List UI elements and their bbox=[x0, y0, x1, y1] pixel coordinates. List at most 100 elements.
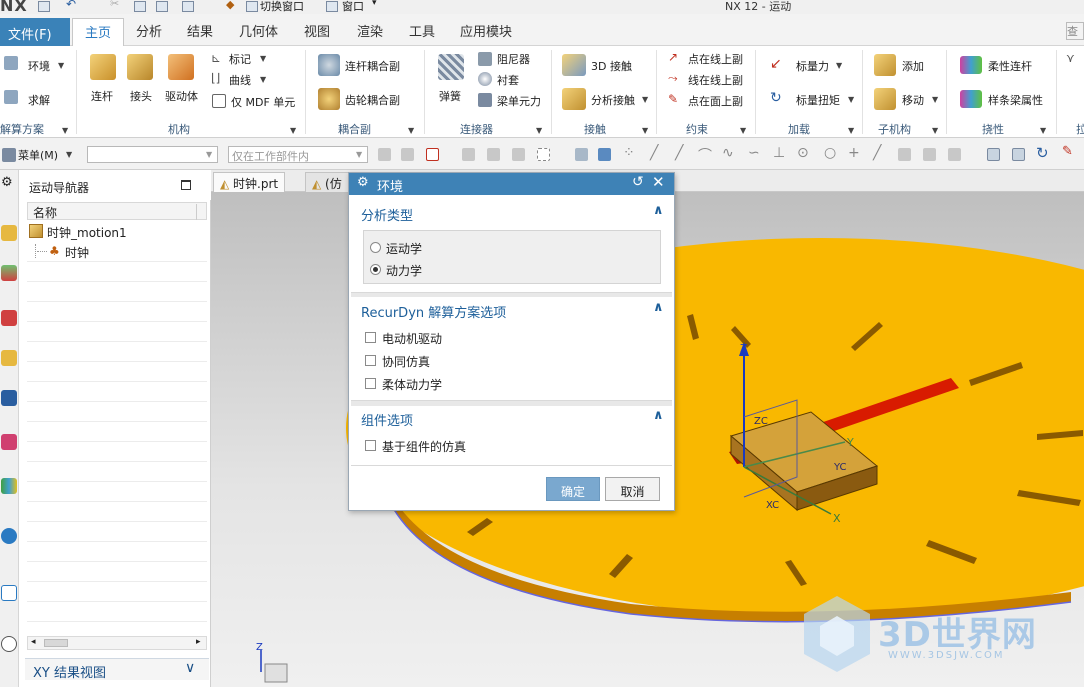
touch-mode-icon[interactable]: ◆ bbox=[226, 0, 234, 11]
hd3d-tools-icon[interactable] bbox=[1, 434, 17, 450]
analysis-contact-button[interactable]: 分析接触 bbox=[591, 92, 635, 108]
group-constraint-more-icon[interactable]: ▼ bbox=[740, 126, 746, 135]
settings-gear-icon[interactable]: ⚙ bbox=[1, 175, 13, 190]
navigator-column-header[interactable]: 名称 bbox=[27, 202, 207, 220]
window-dropdown-icon[interactable]: ▾ bbox=[372, 0, 377, 8]
fit-view-icon[interactable] bbox=[987, 148, 1000, 161]
solve-button[interactable]: 求解 bbox=[28, 92, 50, 108]
curve-on-curve-button[interactable]: 线在线上副 bbox=[688, 72, 743, 88]
snap-quadrant-icon[interactable]: ○ bbox=[824, 145, 836, 161]
link-button[interactable]: 连杆 bbox=[91, 88, 113, 104]
checkbox-motor-drive[interactable]: 电动机驱动 bbox=[363, 329, 563, 347]
tab-clock-prt[interactable]: ◭ 时钟.prt bbox=[213, 172, 286, 192]
radio-dynamics[interactable]: 动力学 bbox=[370, 261, 520, 279]
tab-applications[interactable]: 应用模块 bbox=[460, 21, 512, 40]
snap-line-icon[interactable]: ╱ bbox=[650, 145, 658, 161]
link-coupler-button[interactable]: 连杆耦合副 bbox=[345, 58, 400, 74]
switch-window-button[interactable]: 切换窗口 bbox=[260, 0, 304, 14]
history-icon[interactable] bbox=[1, 585, 17, 601]
constraint-navigator-icon[interactable] bbox=[1, 310, 17, 326]
motion-navigator-icon[interactable] bbox=[1, 350, 17, 366]
spring-button[interactable]: 弹簧 bbox=[439, 88, 461, 104]
group-solution-more-icon[interactable]: ▼ bbox=[62, 126, 68, 135]
tab-home[interactable]: 主页 bbox=[72, 18, 125, 47]
chevron-down-icon[interactable]: ∨ bbox=[185, 660, 195, 676]
mdf-only-button[interactable]: 仅 MDF 单元 bbox=[231, 94, 295, 110]
bushing-button[interactable]: 衬套 bbox=[497, 72, 519, 88]
scalar-torque-button[interactable]: 标量扭矩 bbox=[796, 92, 840, 108]
checkbox[interactable] bbox=[365, 440, 376, 451]
tree-item-motion-sim[interactable]: 时钟_motion1 bbox=[27, 222, 207, 242]
group-connector-more-icon[interactable]: ▼ bbox=[536, 126, 542, 135]
clock-icon[interactable] bbox=[1, 636, 17, 652]
analysis-contact-dropdown-icon[interactable]: ▼ bbox=[642, 95, 648, 104]
marker-button[interactable]: 标记 bbox=[229, 51, 251, 67]
curve-dropdown-icon[interactable]: ▼ bbox=[260, 75, 266, 84]
cut-icon[interactable]: ✂ bbox=[110, 0, 119, 10]
scalar-force-button[interactable]: 标量力 bbox=[796, 58, 829, 74]
snap-grid-icon[interactable] bbox=[948, 148, 961, 161]
select-box-icon[interactable] bbox=[426, 148, 439, 161]
snap-face-icon[interactable] bbox=[898, 148, 911, 161]
command-search-input[interactable]: 查 bbox=[1066, 22, 1084, 40]
group-contact-more-icon[interactable]: ▼ bbox=[642, 126, 648, 135]
snap-icon[interactable] bbox=[378, 148, 391, 161]
checkbox-co-simulation[interactable]: 协同仿真 bbox=[363, 352, 563, 370]
filter-a-icon[interactable] bbox=[462, 148, 475, 161]
tab-geometry[interactable]: 几何体 bbox=[239, 21, 278, 40]
rectangle-select-icon[interactable] bbox=[537, 148, 550, 161]
group-submechanism-more-icon[interactable]: ▼ bbox=[932, 126, 938, 135]
radio-kinematics[interactable]: 运动学 bbox=[370, 239, 520, 257]
scroll-right-icon[interactable]: ▸ bbox=[196, 637, 201, 647]
point-on-surface-button[interactable]: 点在面上副 bbox=[688, 93, 743, 109]
snap-arc-icon[interactable]: ⌒ bbox=[698, 145, 712, 165]
snap-curve-icon[interactable]: ∽ bbox=[748, 145, 760, 161]
web-browser-icon[interactable] bbox=[1, 528, 17, 544]
save-icon[interactable] bbox=[38, 1, 50, 12]
palette-icon[interactable] bbox=[1, 478, 17, 494]
filter-b-icon[interactable] bbox=[487, 148, 500, 161]
tab-simulation[interactable]: ◭ (仿 bbox=[305, 172, 351, 192]
point-on-curve-button[interactable]: 点在线上副 bbox=[688, 51, 743, 67]
snap-intersection-icon[interactable]: ⁘ bbox=[623, 145, 635, 161]
snap-point-icon[interactable]: + bbox=[848, 145, 860, 161]
pan-icon[interactable]: ✎ bbox=[1062, 144, 1073, 159]
joint-button[interactable]: 接头 bbox=[130, 88, 152, 104]
copy-icon[interactable] bbox=[134, 1, 146, 12]
snap-bounded-icon[interactable] bbox=[923, 148, 936, 161]
part-navigator-icon[interactable] bbox=[1, 225, 17, 241]
tab-tools[interactable]: 工具 bbox=[409, 21, 435, 40]
select-body-icon[interactable] bbox=[598, 148, 611, 161]
gear-coupler-button[interactable]: 齿轮耦合副 bbox=[345, 92, 400, 108]
close-icon[interactable]: ✕ bbox=[652, 173, 665, 191]
group-load-more-icon[interactable]: ▼ bbox=[848, 126, 854, 135]
radio-button[interactable] bbox=[370, 242, 381, 253]
snap-end-icon[interactable]: ╱ bbox=[675, 145, 683, 161]
collapse-section-icon[interactable]: ∧ bbox=[653, 408, 664, 423]
damper-button[interactable]: 阻尼器 bbox=[497, 51, 530, 67]
checkbox-flexible-dynamics[interactable]: 柔体动力学 bbox=[363, 375, 563, 393]
menu-dropdown-icon[interactable]: ▼ bbox=[66, 150, 72, 159]
driver-button[interactable]: 驱动体 bbox=[165, 88, 198, 104]
tab-analysis[interactable]: 分析 bbox=[136, 21, 162, 40]
file-menu-button[interactable]: 文件(F) bbox=[0, 18, 70, 46]
filter-c-icon[interactable] bbox=[512, 148, 525, 161]
snap-center-icon[interactable]: ⊙ bbox=[797, 145, 809, 161]
navigator-horizontal-scrollbar[interactable]: ◂ ▸ bbox=[27, 636, 207, 650]
scroll-thumb[interactable] bbox=[44, 639, 68, 647]
column-divider[interactable] bbox=[196, 204, 197, 220]
cancel-button[interactable]: 取消 bbox=[605, 477, 660, 501]
move-dropdown-icon[interactable]: ▼ bbox=[932, 95, 938, 104]
marker-dropdown-icon[interactable]: ▼ bbox=[260, 54, 266, 63]
selection-scope-dropdown-icon[interactable]: ▼ bbox=[356, 150, 362, 159]
select-feature-icon[interactable] bbox=[401, 148, 414, 161]
tab-view[interactable]: 视图 bbox=[304, 21, 330, 40]
reuse-library-icon[interactable] bbox=[1, 390, 17, 406]
ribbon-overflow-icon[interactable]: ⋎ bbox=[1066, 51, 1075, 65]
select-solid-icon[interactable] bbox=[575, 148, 588, 161]
selection-scope-select[interactable]: 仅在工作部件内 bbox=[228, 146, 368, 163]
group-flexible-more-icon[interactable]: ▼ bbox=[1040, 126, 1046, 135]
snap-spline-icon[interactable]: ∿ bbox=[722, 145, 734, 161]
menu-button[interactable]: 菜单(M) bbox=[18, 147, 58, 163]
tab-render[interactable]: 渲染 bbox=[357, 21, 383, 40]
